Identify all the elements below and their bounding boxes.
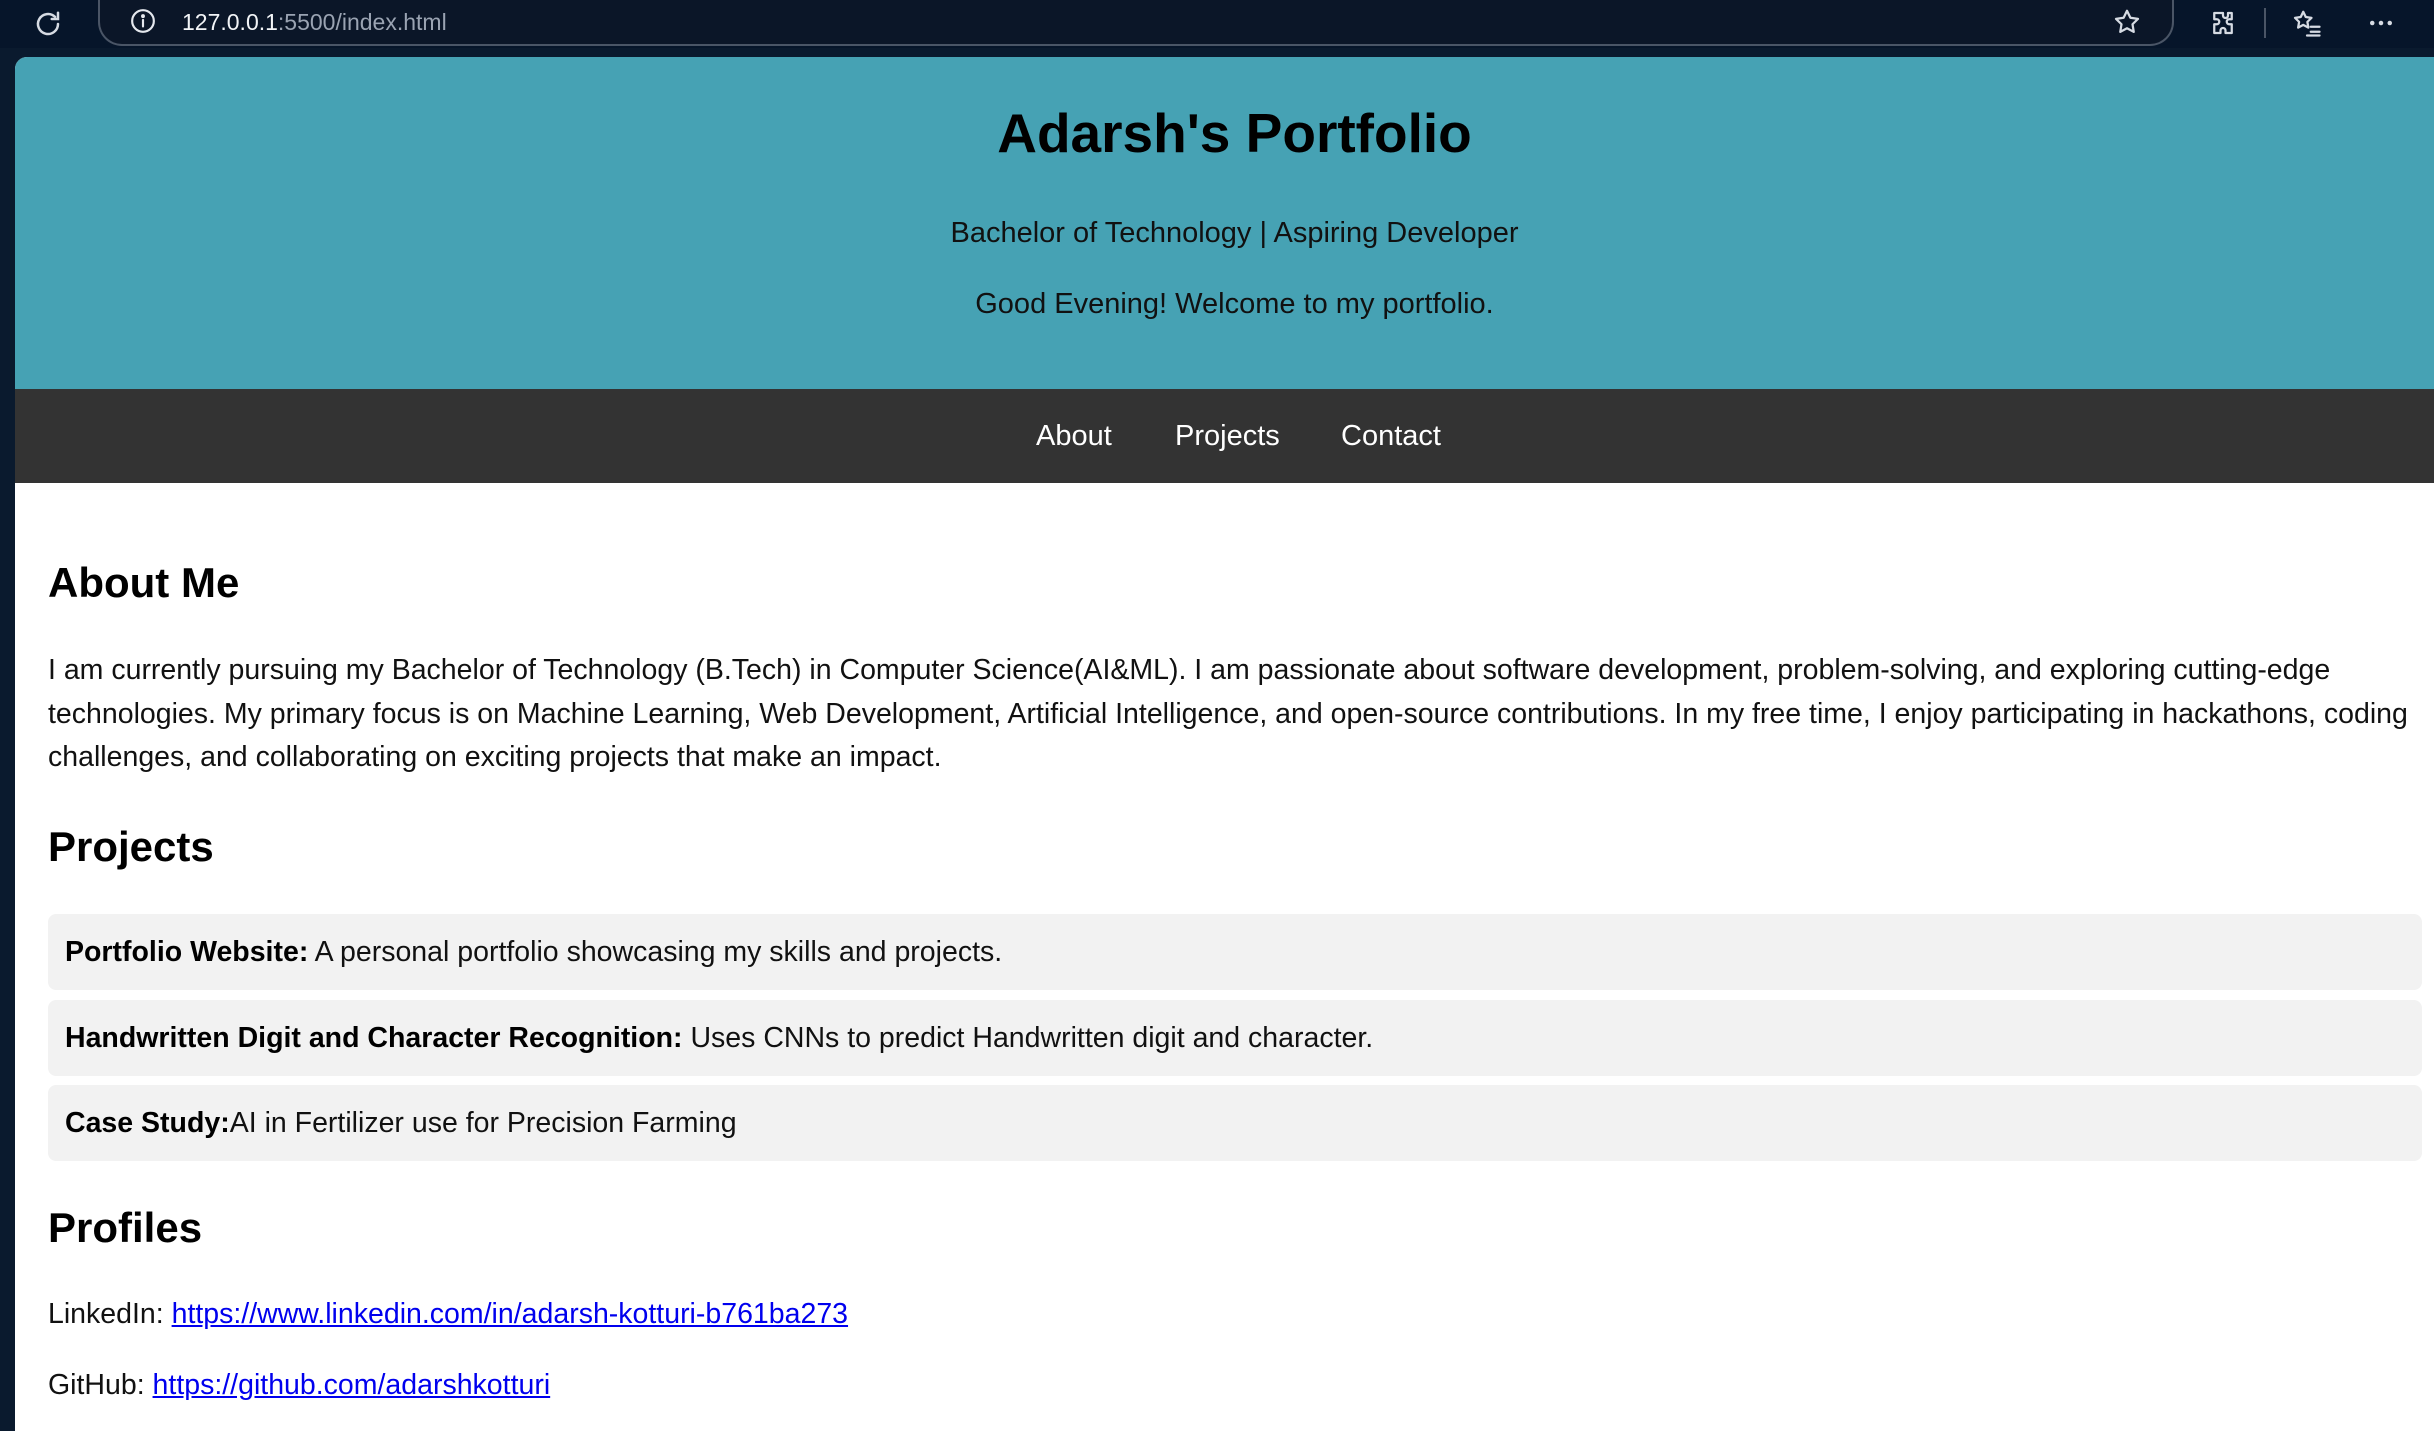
linkedin-line: LinkedIn: https://www.linkedin.com/in/ad…	[48, 1298, 848, 1331]
info-icon[interactable]	[130, 8, 156, 34]
project-card: Portfolio Website: A personal portfolio …	[48, 914, 2422, 990]
github-label: GitHub:	[48, 1369, 153, 1401]
project-title: Case Study:	[65, 1106, 230, 1139]
nav-link-about[interactable]: About	[1036, 420, 1112, 453]
url-path: :5500/index.html	[277, 9, 447, 35]
project-title: Portfolio Website:	[65, 935, 309, 968]
address-bar[interactable]: 127.0.0.1:5500/index.html	[98, 0, 2174, 46]
project-card: Case Study: AI in Fertilizer use for Prec…	[48, 1085, 2422, 1161]
site-header: Adarsh's Portfolio Bachelor of Technolog…	[15, 57, 2434, 389]
linkedin-label: LinkedIn:	[48, 1298, 172, 1330]
star-icon[interactable]	[2112, 7, 2142, 37]
url-text[interactable]: 127.0.0.1:5500/index.html	[182, 9, 447, 36]
extensions-icon[interactable]	[2206, 6, 2240, 40]
main-nav: About Projects Contact	[15, 389, 2434, 483]
project-description: Uses CNNs to predict Handwritten digit a…	[682, 1021, 1374, 1054]
more-icon[interactable]	[2364, 6, 2398, 40]
greeting-text: Good Evening! Welcome to my portfolio.	[975, 288, 1494, 320]
github-link[interactable]: https://github.com/adarshkotturi	[153, 1369, 551, 1401]
project-card: Handwritten Digit and Character Recognit…	[48, 1000, 2422, 1076]
projects-heading: Projects	[48, 823, 214, 870]
profiles-heading: Profiles	[48, 1204, 203, 1251]
nav-link-projects[interactable]: Projects	[1175, 420, 1280, 453]
favorites-icon[interactable]	[2290, 6, 2324, 40]
about-text: I am currently pursuing my Bachelor of T…	[48, 654, 2408, 773]
toolbar-separator	[2264, 8, 2266, 38]
page-title: Adarsh's Portfolio	[997, 102, 1472, 164]
project-description: AI in Fertilizer use for Precision Farmi…	[229, 1106, 737, 1139]
github-line: GitHub: https://github.com/adarshkotturi	[48, 1369, 550, 1402]
reload-icon[interactable]	[30, 6, 66, 42]
linkedin-link[interactable]: https://www.linkedin.com/in/adarsh-kottu…	[172, 1298, 848, 1330]
project-title: Handwritten Digit and Character Recognit…	[65, 1021, 683, 1054]
page-subtitle: Bachelor of Technology | Aspiring Develo…	[950, 217, 1519, 249]
url-host: 127.0.0.1	[182, 9, 278, 35]
page-viewport: Adarsh's Portfolio Bachelor of Technolog…	[15, 57, 2434, 1431]
browser-toolbar: 127.0.0.1:5500/index.html	[0, 0, 2434, 48]
nav-link-contact[interactable]: Contact	[1341, 420, 1441, 453]
project-description: A personal portfolio showcasing my skill…	[308, 935, 1003, 968]
about-heading: About Me	[48, 559, 240, 606]
